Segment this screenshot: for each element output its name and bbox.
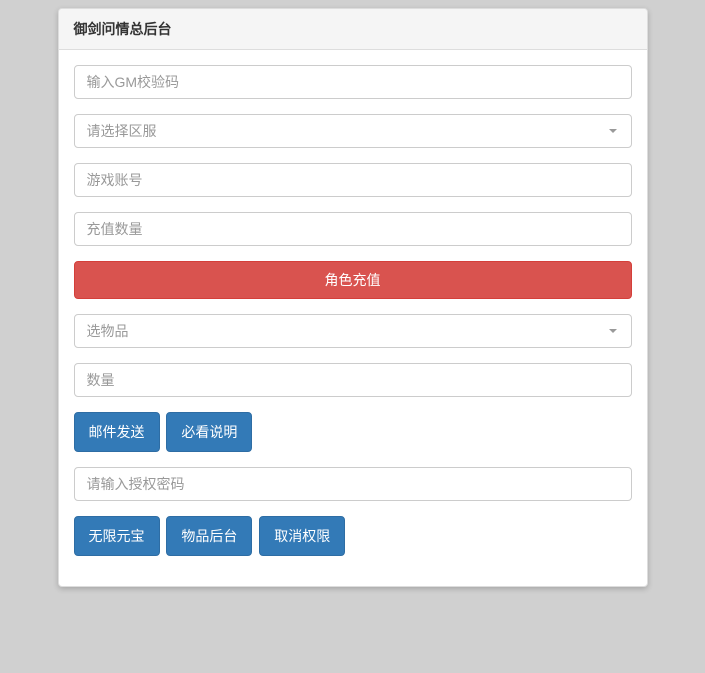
panel-body: 请选择区服 角色充值 选物品 邮件发送 必看说明 (59, 50, 647, 586)
mail-send-button[interactable]: 邮件发送 (74, 412, 160, 452)
recharge-amount-input[interactable] (74, 212, 632, 246)
form-group (74, 212, 632, 246)
chevron-down-icon (609, 329, 617, 333)
role-recharge-button[interactable]: 角色充值 (74, 261, 632, 299)
form-group (74, 65, 632, 99)
form-group (74, 467, 632, 501)
unlimited-yuanbao-button[interactable]: 无限元宝 (74, 516, 160, 556)
server-select[interactable]: 请选择区服 (74, 114, 632, 148)
form-group (74, 163, 632, 197)
server-select-label: 请选择区服 (87, 121, 157, 141)
item-select-label: 选物品 (87, 321, 129, 341)
form-group: 请选择区服 (74, 114, 632, 148)
form-group: 角色充值 (74, 261, 632, 299)
form-group: 选物品 (74, 314, 632, 348)
item-select[interactable]: 选物品 (74, 314, 632, 348)
cancel-permission-button[interactable]: 取消权限 (259, 516, 345, 556)
chevron-down-icon (609, 129, 617, 133)
account-input[interactable] (74, 163, 632, 197)
quantity-input[interactable] (74, 363, 632, 397)
panel-title: 御剑问情总后台 (59, 9, 647, 50)
item-backend-button[interactable]: 物品后台 (166, 516, 252, 556)
must-read-button[interactable]: 必看说明 (166, 412, 252, 452)
form-group (74, 363, 632, 397)
auth-password-input[interactable] (74, 467, 632, 501)
admin-panel: 御剑问情总后台 请选择区服 角色充值 选物品 (58, 8, 648, 587)
button-row: 邮件发送 必看说明 (74, 412, 632, 452)
button-row: 无限元宝 物品后台 取消权限 (74, 516, 632, 556)
gm-code-input[interactable] (74, 65, 632, 99)
